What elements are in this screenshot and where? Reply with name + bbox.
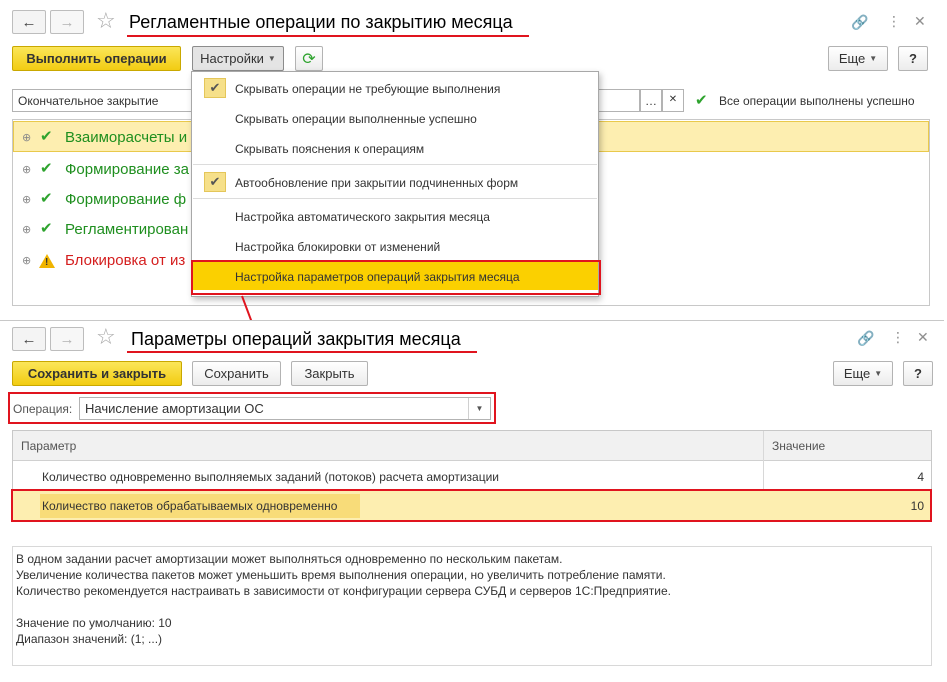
- back-arrow-icon: ←: [21, 13, 37, 31]
- column-header-param[interactable]: Параметр: [21, 439, 76, 453]
- operation-item[interactable]: Взаиморасчеты и: [65, 129, 187, 147]
- expand-icon[interactable]: ⊕: [22, 255, 31, 267]
- menu-separator: [193, 198, 597, 199]
- help-label: ?: [914, 366, 922, 381]
- menu-item-label: Скрывать операции выполненные успешно: [235, 112, 477, 126]
- menu-item-label: Автообновление при закрытии подчиненных …: [235, 176, 519, 190]
- settings-label: Настройки: [200, 51, 264, 66]
- close-button[interactable]: Закрыть: [291, 361, 368, 386]
- refresh-button[interactable]: ⟳: [295, 46, 323, 71]
- status-text: Все операции выполнены успешно: [719, 94, 915, 108]
- column-header-value[interactable]: Значение: [772, 439, 825, 453]
- forward-button[interactable]: →: [50, 327, 84, 351]
- menu-item-autorefresh[interactable]: ✔ Автообновление при закрытии подчиненны…: [192, 168, 598, 196]
- description-line: Диапазон значений: (1; ...): [16, 632, 163, 646]
- description-line: В одном задании расчет амортизации может…: [16, 552, 563, 566]
- description-line: Количество рекомендуется настраивать в з…: [16, 584, 671, 598]
- forward-button[interactable]: →: [50, 10, 84, 34]
- more-vert-icon[interactable]: ⋮: [891, 329, 905, 345]
- chevron-down-icon: ▼: [869, 54, 878, 63]
- param-value[interactable]: 4: [890, 470, 924, 484]
- highlight-operation: [8, 392, 496, 424]
- menu-item-label: Настройка блокировки от изменений: [235, 240, 441, 254]
- execute-label: Выполнить операции: [26, 51, 167, 66]
- menu-item-lock-settings[interactable]: Настройка блокировки от изменений: [192, 232, 598, 260]
- title-underline: [127, 35, 529, 37]
- help-button[interactable]: ?: [903, 361, 933, 386]
- star-icon[interactable]: ☆: [96, 326, 116, 348]
- forward-arrow-icon: →: [59, 13, 75, 31]
- check-icon: ✔: [40, 128, 53, 145]
- check-icon: ✔: [695, 92, 708, 109]
- operation-item[interactable]: Регламентирован: [65, 221, 188, 239]
- check-icon: ✔: [204, 78, 226, 98]
- save-close-label: Сохранить и закрыть: [27, 366, 167, 381]
- close-icon[interactable]: ✕: [917, 329, 929, 345]
- description-line: Увеличение количества пакетов может умен…: [16, 568, 666, 582]
- more-button[interactable]: Еще ▼: [828, 46, 888, 71]
- operation-item[interactable]: Блокировка от из: [65, 252, 185, 270]
- param-name: Количество одновременно выполняемых зада…: [42, 470, 500, 484]
- window-title: Параметры операций закрытия месяца: [131, 329, 461, 349]
- help-label: ?: [909, 51, 917, 66]
- highlight-menu-item: [191, 260, 601, 295]
- closing-type-field[interactable]: Окончательное закрытие: [12, 89, 197, 112]
- menu-item-label: Скрывать операции не требующие выполнени…: [235, 82, 501, 96]
- star-icon[interactable]: ☆: [96, 10, 116, 32]
- back-button[interactable]: ←: [12, 327, 46, 351]
- menu-separator: [193, 164, 597, 165]
- more-label: Еще: [843, 366, 871, 381]
- menu-item-label: Настройка автоматического закрытия месяц…: [235, 210, 490, 224]
- warning-mark: !: [45, 257, 49, 268]
- check-icon: ✔: [40, 160, 53, 177]
- execute-button[interactable]: Выполнить операции: [12, 46, 181, 71]
- highlight-table-row: [11, 489, 932, 522]
- menu-item-hide-successful[interactable]: Скрывать операции выполненные успешно: [192, 104, 598, 132]
- expand-icon[interactable]: ⊕: [22, 194, 31, 206]
- link-icon[interactable]: 🔗: [857, 330, 874, 346]
- save-button[interactable]: Сохранить: [192, 361, 281, 386]
- save-close-button[interactable]: Сохранить и закрыть: [12, 361, 182, 386]
- more-button[interactable]: Еще ▼: [833, 361, 893, 386]
- settings-button[interactable]: Настройки ▼: [192, 46, 284, 71]
- more-vert-icon[interactable]: ⋮: [887, 13, 901, 29]
- period-clear-button[interactable]: ✕: [662, 89, 684, 112]
- operation-item[interactable]: Формирование за: [65, 161, 189, 179]
- operation-item[interactable]: Формирование ф: [65, 191, 186, 209]
- period-choose-button[interactable]: …: [640, 89, 662, 112]
- more-label: Еще: [838, 51, 866, 66]
- title-underline: [127, 351, 477, 353]
- check-icon: ✔: [40, 220, 53, 237]
- expand-icon[interactable]: ⊕: [22, 132, 31, 144]
- chevron-down-icon: ▼: [267, 54, 276, 63]
- forward-arrow-icon: →: [59, 330, 75, 348]
- close-label: Закрыть: [304, 366, 355, 381]
- chevron-down-icon: ▼: [874, 369, 883, 378]
- help-button[interactable]: ?: [898, 46, 928, 71]
- expand-icon[interactable]: ⊕: [22, 164, 31, 176]
- back-arrow-icon: ←: [21, 330, 37, 348]
- save-label: Сохранить: [204, 366, 269, 381]
- description-line: Значение по умолчанию: 10: [16, 616, 172, 630]
- menu-item-hide-not-required[interactable]: ✔ Скрывать операции не требующие выполне…: [192, 74, 598, 102]
- menu-item-auto-closing-settings[interactable]: Настройка автоматического закрытия месяц…: [192, 202, 598, 230]
- expand-icon[interactable]: ⊕: [22, 224, 31, 236]
- link-icon[interactable]: 🔗: [851, 14, 868, 30]
- refresh-icon: ⟳: [302, 50, 316, 68]
- closing-type-value: Окончательное закрытие: [18, 94, 159, 108]
- check-icon: ✔: [204, 172, 226, 192]
- close-icon[interactable]: ✕: [914, 13, 926, 29]
- back-button[interactable]: ←: [12, 10, 46, 34]
- menu-item-label: Скрывать пояснения к операциям: [235, 142, 425, 156]
- check-icon: ✔: [40, 190, 53, 207]
- window-title: Регламентные операции по закрытию месяца: [129, 12, 513, 32]
- menu-item-hide-explanations[interactable]: Скрывать пояснения к операциям: [192, 134, 598, 162]
